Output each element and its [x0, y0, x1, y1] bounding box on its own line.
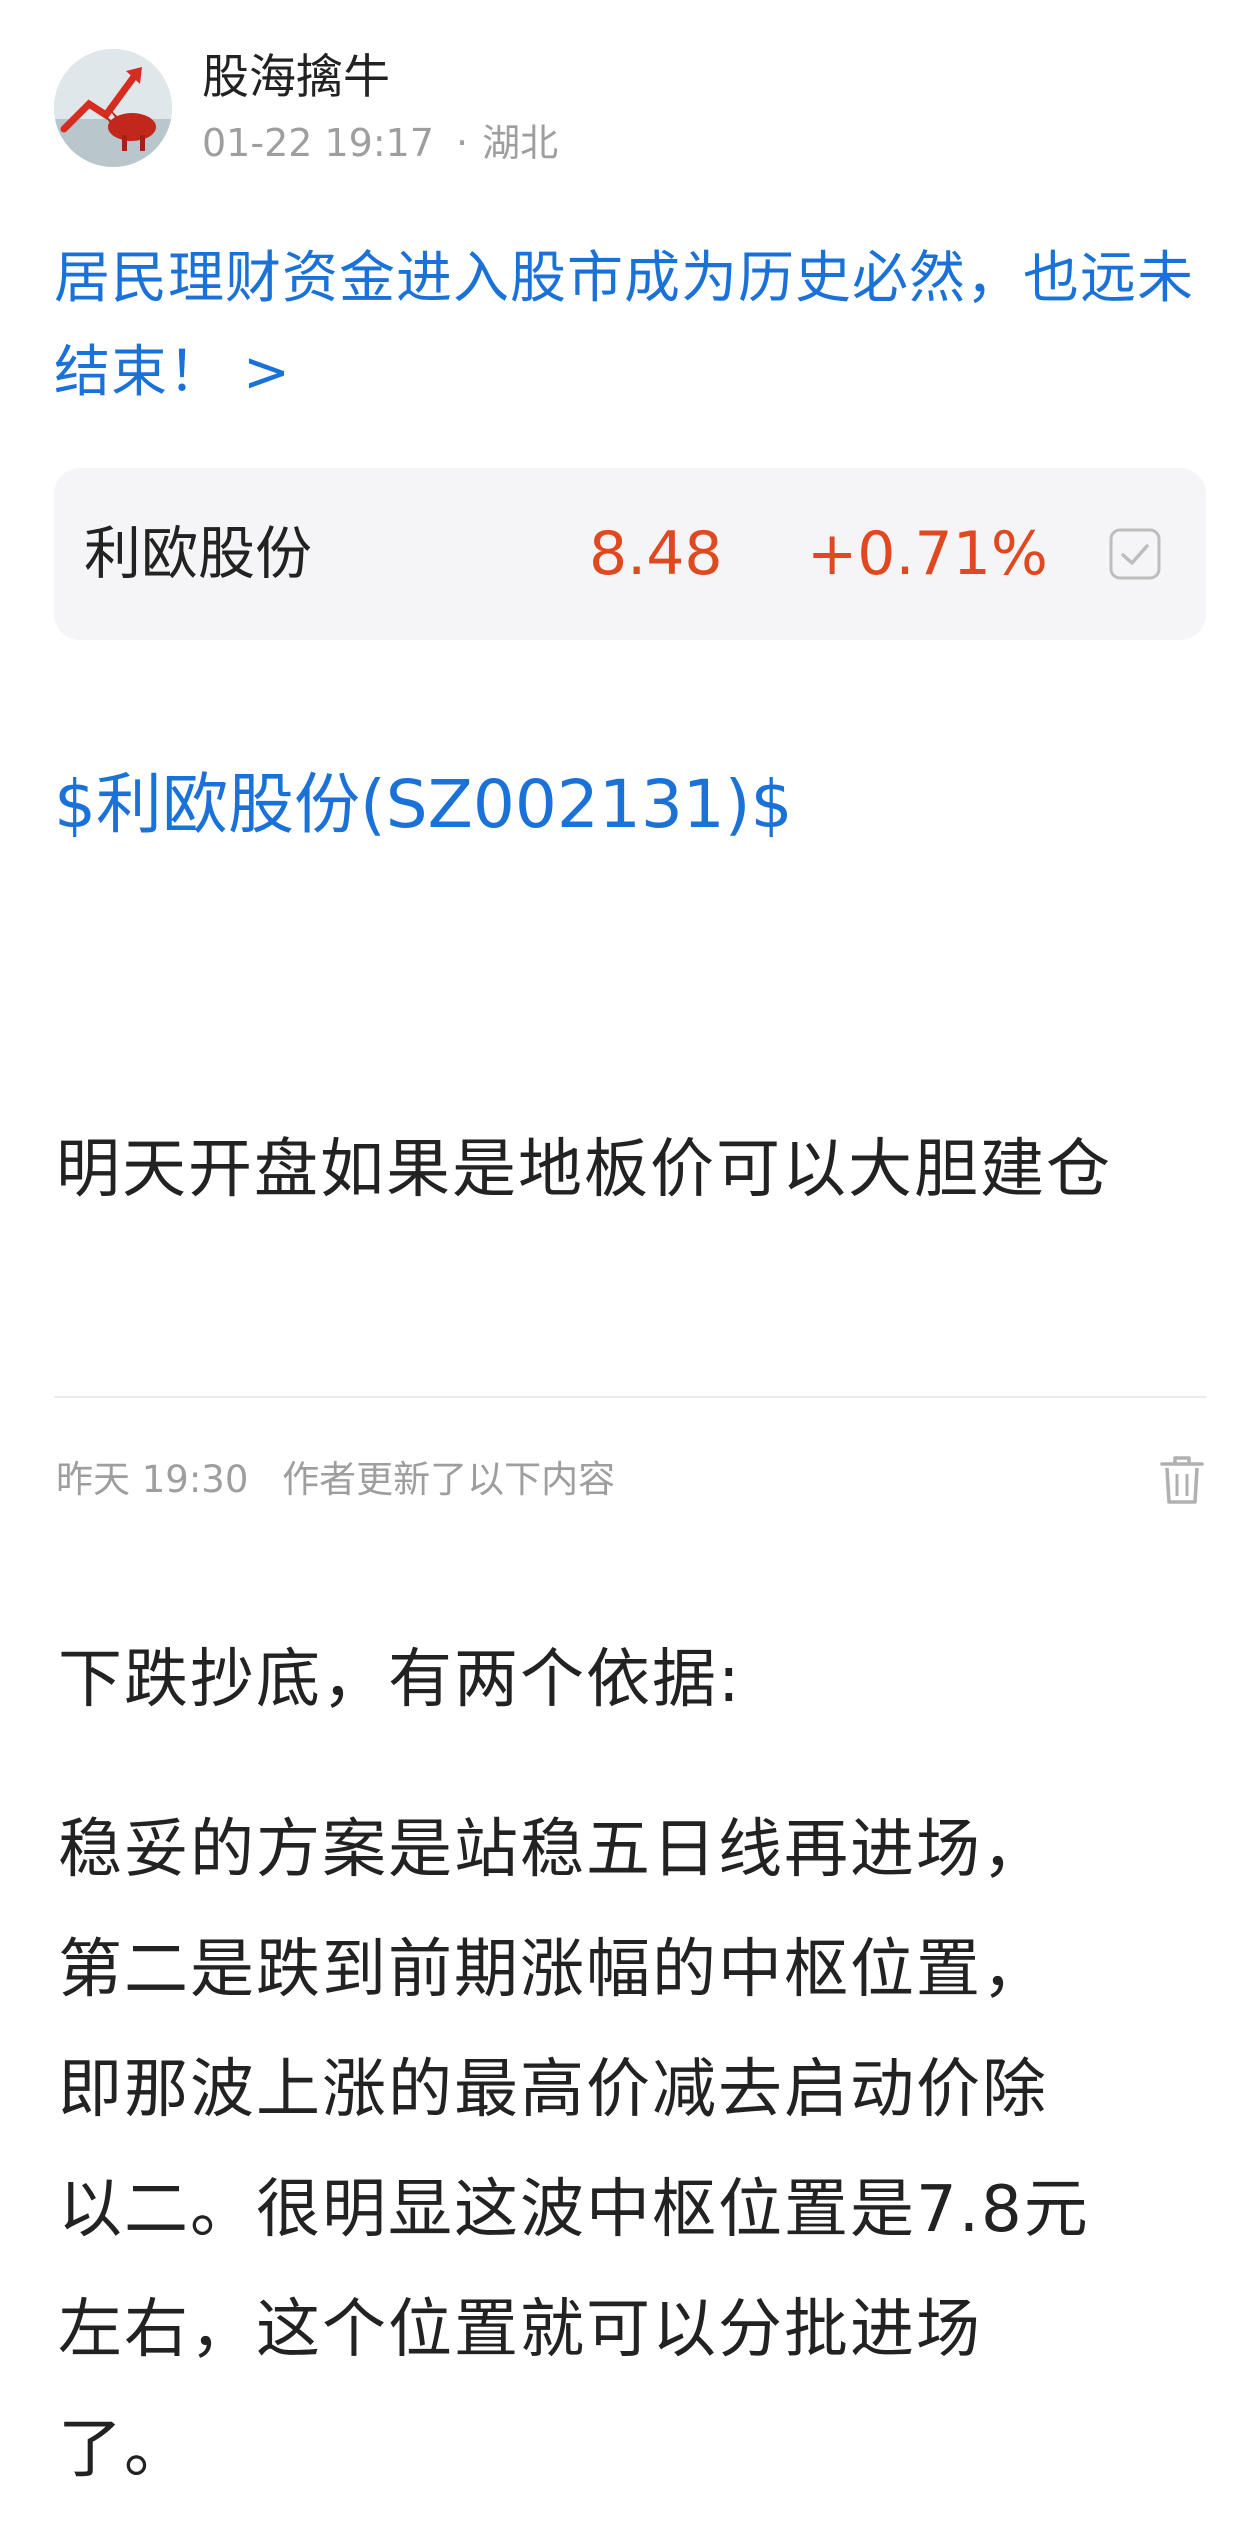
- author-name[interactable]: 股海擒牛: [202, 48, 558, 108]
- author-header: 股海擒牛 01-22 19:17 · 湖北: [54, 48, 558, 168]
- trash-icon[interactable]: [1158, 1454, 1206, 1506]
- update-body: 稳妥的方案是站稳五日线再进场， 第二是跌到前期涨幅的中枢位置， 即那波上涨的最高…: [58, 1790, 1208, 2510]
- post-time: 01-22 19:17: [202, 121, 435, 165]
- divider: [54, 1396, 1206, 1398]
- stock-name: 利欧股份: [84, 521, 312, 587]
- update-line: 第二是跌到前期涨幅的中枢位置，: [58, 1933, 1048, 2007]
- update-line: 稳妥的方案是站稳五日线再进场，: [58, 1813, 1048, 1887]
- update-line: 以二。很明显这波中枢位置是7.8元: [58, 2173, 1090, 2247]
- checkbox-icon[interactable]: [1108, 527, 1162, 581]
- stock-price: 8.48: [589, 519, 723, 589]
- update-bar: 昨天 19:30 作者更新了以下内容: [56, 1452, 1206, 1508]
- stock-card[interactable]: 利欧股份 8.48 +0.71%: [54, 468, 1206, 640]
- topic-text: 居民理财资金进入股市成为历史必然，也远未结束！: [54, 246, 1194, 405]
- bull-chart-avatar-icon: [54, 49, 172, 167]
- stock-change: +0.71%: [807, 519, 1048, 589]
- post-location: 湖北: [482, 121, 559, 165]
- post-body: 明天开盘如果是地板价可以大胆建仓: [56, 1133, 1112, 1207]
- update-note: 作者更新了以下内容: [282, 1458, 616, 1501]
- update-time: 昨天 19:30: [56, 1458, 249, 1501]
- update-line: 即那波上涨的最高价减去启动价除: [58, 2053, 1048, 2127]
- avatar[interactable]: [54, 49, 172, 167]
- author-info: 股海擒牛 01-22 19:17 · 湖北: [202, 48, 558, 168]
- update-heading: 下跌抄底，有两个依据:: [58, 1643, 742, 1717]
- meta-separator: ·: [456, 121, 469, 165]
- update-line: 左右，这个位置就可以分批进场: [58, 2293, 982, 2367]
- chevron-right-icon: >: [243, 340, 291, 405]
- update-line: 了。: [58, 2413, 190, 2487]
- post-meta: 01-22 19:17 · 湖北: [202, 118, 558, 168]
- topic-link[interactable]: 居民理财资金进入股市成为历史必然，也远未结束！ >: [54, 232, 1214, 420]
- stock-tag-link[interactable]: $利欧股份(SZ002131)$: [54, 760, 793, 850]
